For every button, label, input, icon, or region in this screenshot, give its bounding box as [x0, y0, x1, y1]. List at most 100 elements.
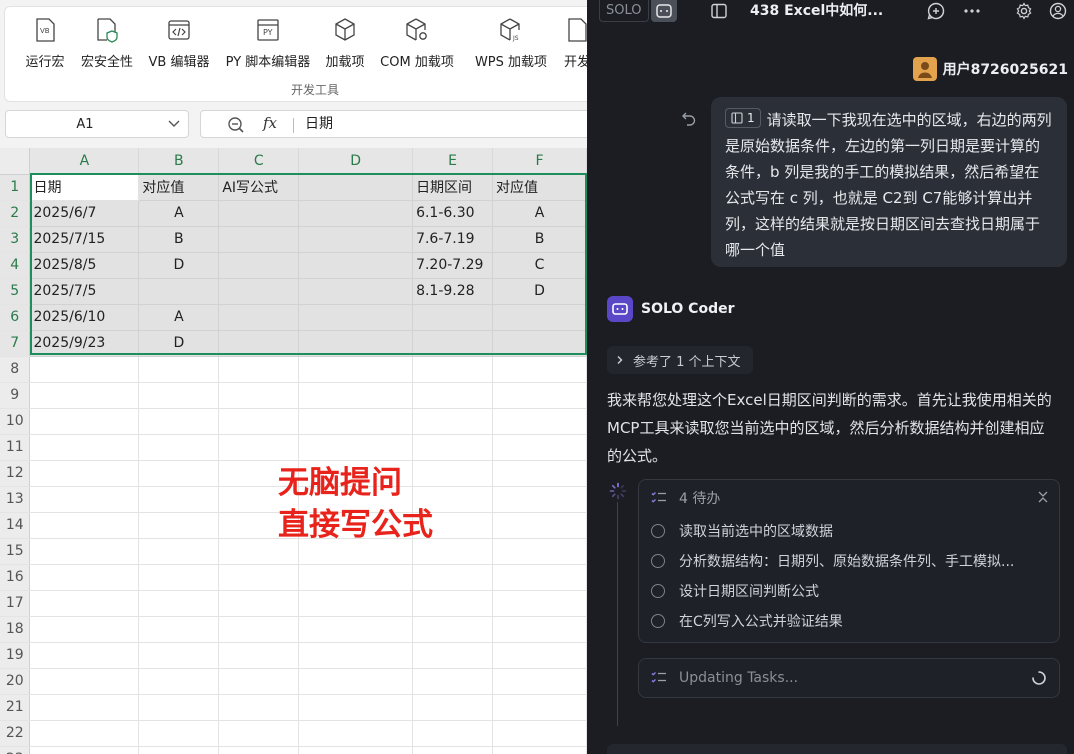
row-header[interactable]: 8: [0, 356, 31, 383]
cell-e18[interactable]: [412, 616, 494, 643]
todo-checkbox[interactable]: [651, 584, 665, 598]
row-header[interactable]: 9: [0, 382, 31, 409]
cell-c19[interactable]: [218, 642, 300, 669]
cell-a3[interactable]: 2025/7/15: [29, 226, 140, 253]
cell-d6[interactable]: [298, 304, 414, 331]
cell-b8[interactable]: [138, 356, 220, 383]
cell-e7[interactable]: [412, 330, 494, 357]
row-header[interactable]: 16: [0, 564, 31, 591]
more-options-icon[interactable]: [963, 2, 981, 20]
cell-e5[interactable]: 8.1-9.28: [412, 278, 494, 305]
select-all-corner[interactable]: [0, 148, 31, 175]
conversation-title[interactable]: 438 Excel中如何...: [750, 0, 883, 22]
cell-b10[interactable]: [138, 408, 220, 435]
cell-e6[interactable]: [412, 304, 494, 331]
row-header[interactable]: 11: [0, 434, 31, 461]
cell-e2[interactable]: 6.1-6.30: [412, 200, 494, 227]
cell-f5[interactable]: D: [492, 278, 587, 305]
todo-item[interactable]: 读取当前选中的区域数据: [651, 520, 833, 542]
column-header[interactable]: A: [29, 148, 140, 175]
cell-f2[interactable]: A: [492, 200, 587, 227]
formula-content[interactable]: 日期: [305, 111, 333, 137]
cell-d2[interactable]: [298, 200, 414, 227]
column-header[interactable]: C: [218, 148, 300, 175]
cell-d16[interactable]: [298, 564, 414, 591]
cell-d4[interactable]: [298, 252, 414, 279]
cell-a15[interactable]: [29, 538, 140, 565]
collapse-icon[interactable]: [1037, 490, 1049, 504]
undo-icon[interactable]: [681, 110, 697, 126]
context-chip[interactable]: 1: [725, 108, 761, 128]
cell-d3[interactable]: [298, 226, 414, 253]
solo-mode-badge[interactable]: SOLO: [599, 0, 649, 22]
reference-context-toggle[interactable]: 参考了 1 个上下文: [607, 346, 753, 374]
cell-b15[interactable]: [138, 538, 220, 565]
developer-more-button[interactable]: 开发: [557, 15, 587, 75]
cell-b5[interactable]: [138, 278, 220, 305]
row-header[interactable]: 21: [0, 694, 31, 721]
cell-b23[interactable]: [138, 746, 220, 754]
cell-e19[interactable]: [412, 642, 494, 669]
cell-a22[interactable]: [29, 720, 140, 747]
cell-a5[interactable]: 2025/7/5: [29, 278, 140, 305]
cell-e4[interactable]: 7.20-7.29: [412, 252, 494, 279]
cell-d21[interactable]: [298, 694, 414, 721]
cell-a18[interactable]: [29, 616, 140, 643]
cell-f4[interactable]: C: [492, 252, 587, 279]
cell-f14[interactable]: [492, 512, 587, 539]
cell-d11[interactable]: [298, 434, 414, 461]
cell-c10[interactable]: [218, 408, 300, 435]
cell-c11[interactable]: [218, 434, 300, 461]
cell-f16[interactable]: [492, 564, 587, 591]
cell-c9[interactable]: [218, 382, 300, 409]
cell-b14[interactable]: [138, 512, 220, 539]
cell-c17[interactable]: [218, 590, 300, 617]
cell-b18[interactable]: [138, 616, 220, 643]
macro-security-button[interactable]: 宏安全性: [75, 15, 139, 75]
cell-f17[interactable]: [492, 590, 587, 617]
cell-e20[interactable]: [412, 668, 494, 695]
cell-e1[interactable]: 日期区间: [412, 174, 494, 201]
cell-d23[interactable]: [298, 746, 414, 754]
cell-d19[interactable]: [298, 642, 414, 669]
cell-e8[interactable]: [412, 356, 494, 383]
cell-b11[interactable]: [138, 434, 220, 461]
cell-d18[interactable]: [298, 616, 414, 643]
row-header[interactable]: 3: [0, 226, 31, 253]
cell-f19[interactable]: [492, 642, 587, 669]
cell-e16[interactable]: [412, 564, 494, 591]
cell-e10[interactable]: [412, 408, 494, 435]
cell-a11[interactable]: [29, 434, 140, 461]
row-header[interactable]: 14: [0, 512, 31, 539]
row-header[interactable]: 5: [0, 278, 31, 305]
sidebar-toggle-icon[interactable]: [711, 3, 727, 19]
cell-f8[interactable]: [492, 356, 587, 383]
new-chat-icon[interactable]: [927, 2, 945, 20]
cell-e21[interactable]: [412, 694, 494, 721]
cell-f15[interactable]: [492, 538, 587, 565]
cell-e9[interactable]: [412, 382, 494, 409]
cell-f13[interactable]: [492, 486, 587, 513]
column-header[interactable]: F: [492, 148, 587, 175]
cell-b9[interactable]: [138, 382, 220, 409]
cell-c20[interactable]: [218, 668, 300, 695]
cell-a20[interactable]: [29, 668, 140, 695]
cell-c8[interactable]: [218, 356, 300, 383]
todo-checkbox[interactable]: [651, 554, 665, 568]
cell-c5[interactable]: [218, 278, 300, 305]
cell-a16[interactable]: [29, 564, 140, 591]
chevron-down-icon[interactable]: [168, 116, 180, 132]
fx-icon[interactable]: fx: [263, 114, 277, 132]
todo-item[interactable]: 设计日期区间判断公式: [651, 580, 819, 602]
row-header[interactable]: 20: [0, 668, 31, 695]
cell-e22[interactable]: [412, 720, 494, 747]
row-header[interactable]: 2: [0, 200, 31, 227]
cell-c16[interactable]: [218, 564, 300, 591]
cell-f3[interactable]: B: [492, 226, 587, 253]
cell-f12[interactable]: [492, 460, 587, 487]
cell-a8[interactable]: [29, 356, 140, 383]
cell-d10[interactable]: [298, 408, 414, 435]
todo-checkbox[interactable]: [651, 614, 665, 628]
run-macro-button[interactable]: VB 运行宏: [19, 15, 71, 75]
cell-f20[interactable]: [492, 668, 587, 695]
